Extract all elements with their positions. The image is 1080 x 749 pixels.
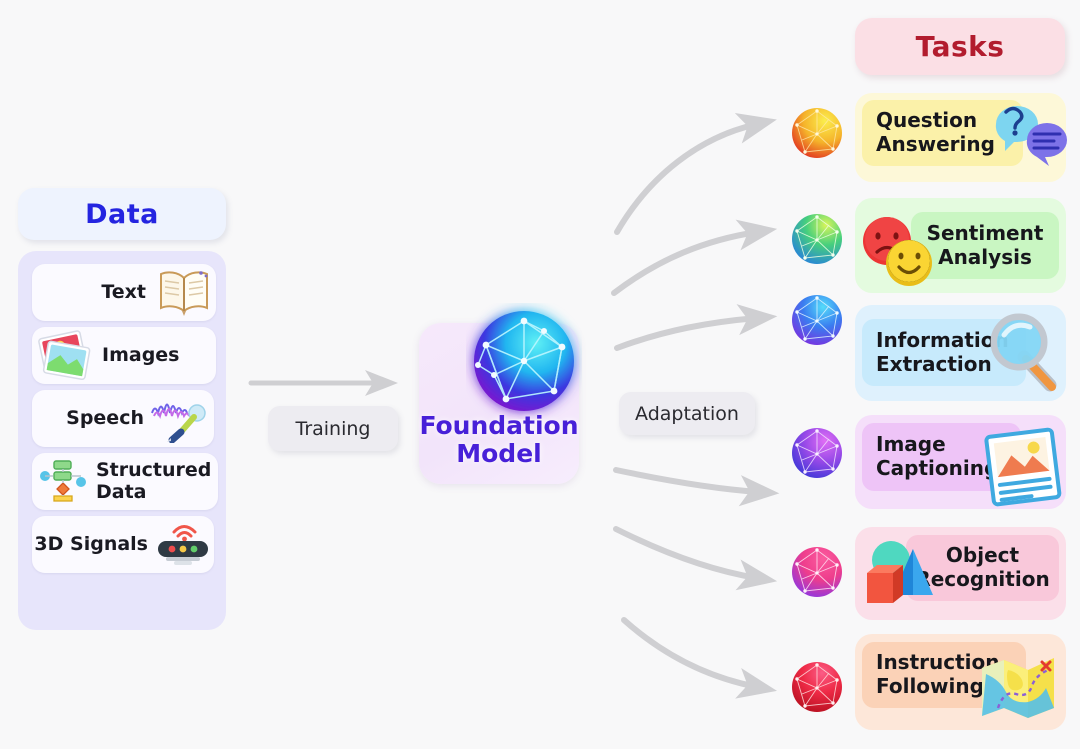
speech-bubbles-icon bbox=[980, 94, 1068, 186]
foundation-model-label: Foundation Model bbox=[419, 411, 579, 468]
open-book-icon bbox=[156, 265, 212, 321]
training-label-text: Training bbox=[295, 417, 371, 440]
tasks-header: Tasks bbox=[855, 18, 1065, 75]
data-item-speech[interactable]: Speech bbox=[32, 390, 214, 447]
task-sphere-2 bbox=[789, 211, 845, 267]
photos-stack-icon bbox=[36, 328, 94, 384]
task-sphere-3 bbox=[789, 292, 845, 348]
task-sphere-4 bbox=[789, 425, 845, 481]
data-item-label: Speech bbox=[66, 406, 144, 429]
diagram-canvas: Data Text Images Speech Structured Data … bbox=[0, 0, 1080, 749]
arrow-task-4 bbox=[613, 467, 780, 507]
arrow-task-5 bbox=[613, 526, 778, 591]
data-item-label: Images bbox=[102, 343, 180, 366]
task-sphere-5 bbox=[789, 544, 845, 600]
flow-chart-icon bbox=[38, 456, 88, 508]
folded-map-icon bbox=[978, 652, 1064, 728]
tasks-header-label: Tasks bbox=[915, 30, 1005, 63]
task-card-object-recognition[interactable]: Object Recognition bbox=[855, 527, 1066, 620]
lidar-sensor-icon bbox=[152, 518, 212, 572]
data-item-label: 3D Signals bbox=[34, 532, 148, 555]
task-card-question-answering[interactable]: Question Answering bbox=[855, 93, 1067, 182]
magnifying-glass-icon bbox=[984, 309, 1068, 401]
task-sphere-6 bbox=[789, 659, 845, 715]
task-label: Sentiment Analysis bbox=[926, 220, 1044, 269]
data-item-label: Structured Data bbox=[96, 459, 212, 503]
data-item-structured-data[interactable]: Structured Data bbox=[32, 453, 218, 510]
data-item-3d-signals[interactable]: 3D Signals bbox=[32, 516, 214, 573]
data-item-text[interactable]: Text bbox=[32, 264, 216, 321]
task-sphere-1 bbox=[789, 105, 845, 161]
network-sphere-icon bbox=[466, 303, 582, 419]
data-item-images[interactable]: Images bbox=[32, 327, 216, 384]
data-panel: Text Images Speech Structured Data 3D Si… bbox=[18, 251, 226, 630]
adaptation-label[interactable]: Adaptation bbox=[619, 392, 755, 435]
task-card-image-captioning[interactable]: Image Captioning bbox=[855, 415, 1066, 509]
task-card-instruction-following[interactable]: Instruction Following bbox=[855, 634, 1066, 730]
adaptation-label-text: Adaptation bbox=[635, 402, 739, 425]
picture-card-icon bbox=[980, 427, 1066, 513]
arrow-task-2 bbox=[611, 219, 778, 296]
data-item-label: Text bbox=[101, 280, 146, 303]
arrow-task-1 bbox=[614, 113, 777, 235]
task-label: Question Answering bbox=[876, 108, 995, 156]
data-header-label: Data bbox=[85, 198, 159, 230]
emoji-faces-icon bbox=[854, 210, 940, 294]
task-card-information-extraction[interactable]: Information Extraction bbox=[855, 305, 1066, 401]
arrow-task-6 bbox=[621, 617, 778, 699]
3d-shapes-icon bbox=[859, 537, 941, 617]
training-label[interactable]: Training bbox=[268, 406, 398, 451]
arrow-task-3 bbox=[614, 304, 778, 351]
microphone-wave-icon bbox=[150, 391, 212, 447]
task-card-sentiment-analysis[interactable]: Sentiment Analysis bbox=[855, 198, 1066, 293]
data-header: Data bbox=[18, 188, 226, 240]
